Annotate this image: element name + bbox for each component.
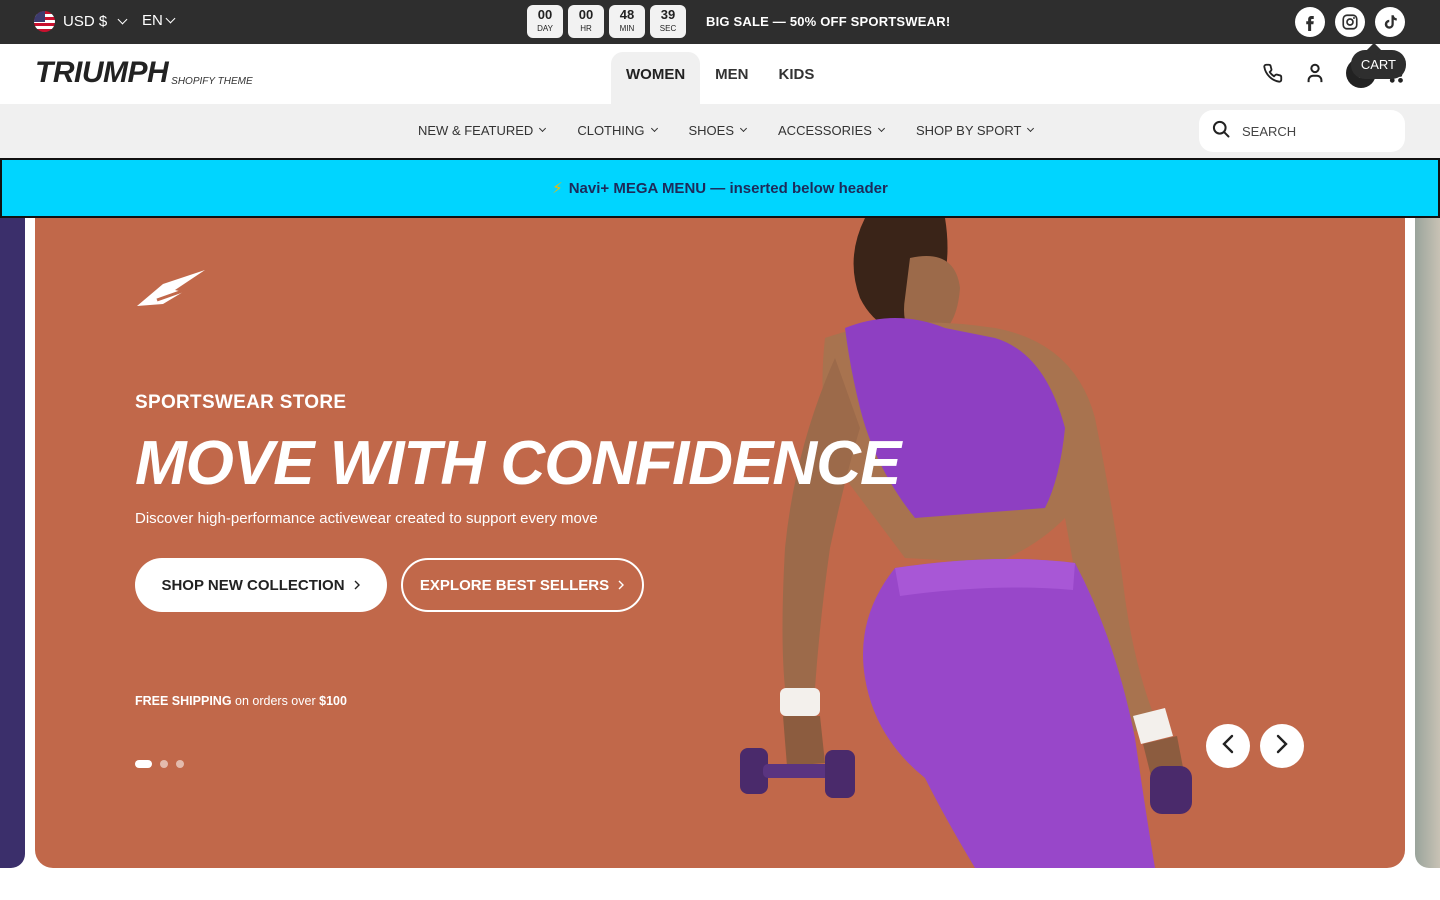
shop-new-collection-button[interactable]: SHOP NEW COLLECTION	[135, 558, 387, 612]
language-selector[interactable]: EN	[142, 12, 176, 29]
chevron-down-icon	[1027, 124, 1035, 133]
chevron-right-icon	[353, 577, 361, 594]
chevron-down-icon	[539, 124, 547, 133]
nav-item-new-featured[interactable]: NEW & FEATURED	[418, 123, 547, 138]
site-logo[interactable]: TRIUMPH SHOPIFY THEME	[35, 58, 253, 88]
next-slide-button[interactable]	[1260, 724, 1304, 768]
facebook-icon[interactable]	[1295, 7, 1325, 37]
slide-dot-1[interactable]	[135, 760, 152, 768]
tab-women[interactable]: WOMEN	[611, 52, 701, 104]
chevron-right-icon	[1275, 734, 1289, 759]
countdown-hours: 00 HR	[568, 5, 604, 38]
account-icon[interactable]	[1304, 62, 1326, 84]
phone-icon[interactable]	[1262, 62, 1284, 84]
previous-slide-peek[interactable]	[0, 218, 25, 868]
slide-indicators	[135, 760, 184, 768]
sale-announcement: BIG SALE — 50% OFF SPORTSWEAR!	[706, 14, 951, 29]
athlete-photo	[740, 218, 1192, 868]
search-icon[interactable]	[1211, 119, 1231, 144]
us-flag-icon	[34, 11, 55, 32]
chevron-right-icon	[617, 577, 625, 594]
hero-kicker: SPORTSWEAR STORE	[135, 392, 347, 413]
countdown-seconds: 39 SEC	[650, 5, 686, 38]
slide-dot-3[interactable]	[176, 760, 184, 768]
slide-dot-2[interactable]	[160, 760, 168, 768]
search-input[interactable]	[1242, 123, 1382, 139]
chevron-down-icon	[877, 124, 885, 133]
gender-tabs: WOMEN MEN KIDS	[611, 52, 829, 104]
brand-wing-icon	[135, 268, 207, 315]
search-box[interactable]	[1199, 110, 1405, 152]
site-header: TRIUMPH SHOPIFY THEME WOMEN MEN KIDS 0	[0, 44, 1440, 104]
logo-wordmark: TRIUMPH	[35, 56, 169, 89]
hero-carousel: SPORTSWEAR STORE MOVE WITH CONFIDENCE Di…	[0, 218, 1440, 868]
mega-menu-text: Navi+ MEGA MENU — inserted below header	[568, 179, 888, 197]
tab-men[interactable]: MEN	[700, 52, 763, 104]
hero-slide: SPORTSWEAR STORE MOVE WITH CONFIDENCE Di…	[35, 218, 1405, 868]
chevron-down-icon	[117, 14, 128, 25]
instagram-icon[interactable]	[1335, 7, 1365, 37]
currency-label: USD $	[63, 13, 108, 30]
chevron-down-icon	[650, 124, 658, 133]
hero-title: MOVE WITH CONFIDENCE	[135, 429, 901, 498]
logo-subtitle: SHOPIFY THEME	[171, 76, 253, 87]
nav-item-shoes[interactable]: SHOES	[689, 123, 748, 138]
chevron-down-icon	[739, 124, 748, 133]
tiktok-icon[interactable]	[1375, 7, 1405, 37]
nav-item-accessories[interactable]: ACCESSORIES	[778, 123, 885, 138]
shipping-notice: FREE SHIPPING on orders over $100	[135, 694, 347, 708]
countdown-minutes: 48 MIN	[609, 5, 645, 38]
nav-item-shop-by-sport[interactable]: SHOP BY SPORT	[916, 123, 1035, 138]
lightning-icon: ⚡	[552, 180, 563, 197]
next-slide-peek[interactable]	[1415, 218, 1440, 868]
countdown-days: 00 DAY	[527, 5, 563, 38]
mega-menu-banner: ⚡ Navi+ MEGA MENU — inserted below heade…	[0, 158, 1440, 218]
announcement-bar: USD $ EN 00 DAY 00 HR 48 MIN 39 SEC BIG …	[0, 0, 1440, 44]
language-label: EN	[142, 12, 163, 29]
category-nav: NEW & FEATURED CLOTHING SHOES ACCESSORIE…	[0, 104, 1440, 158]
currency-selector[interactable]: USD $	[34, 11, 128, 32]
countdown-timer: 00 DAY 00 HR 48 MIN 39 SEC	[527, 5, 686, 38]
chevron-down-icon	[165, 13, 176, 24]
social-links	[1295, 7, 1405, 37]
nav-item-clothing[interactable]: CLOTHING	[577, 123, 658, 138]
tab-kids[interactable]: KIDS	[764, 52, 830, 104]
hero-description: Discover high-performance activewear cre…	[135, 510, 598, 527]
explore-best-sellers-button[interactable]: EXPLORE BEST SELLERS	[401, 558, 644, 612]
cart-tooltip: CART	[1350, 50, 1406, 79]
